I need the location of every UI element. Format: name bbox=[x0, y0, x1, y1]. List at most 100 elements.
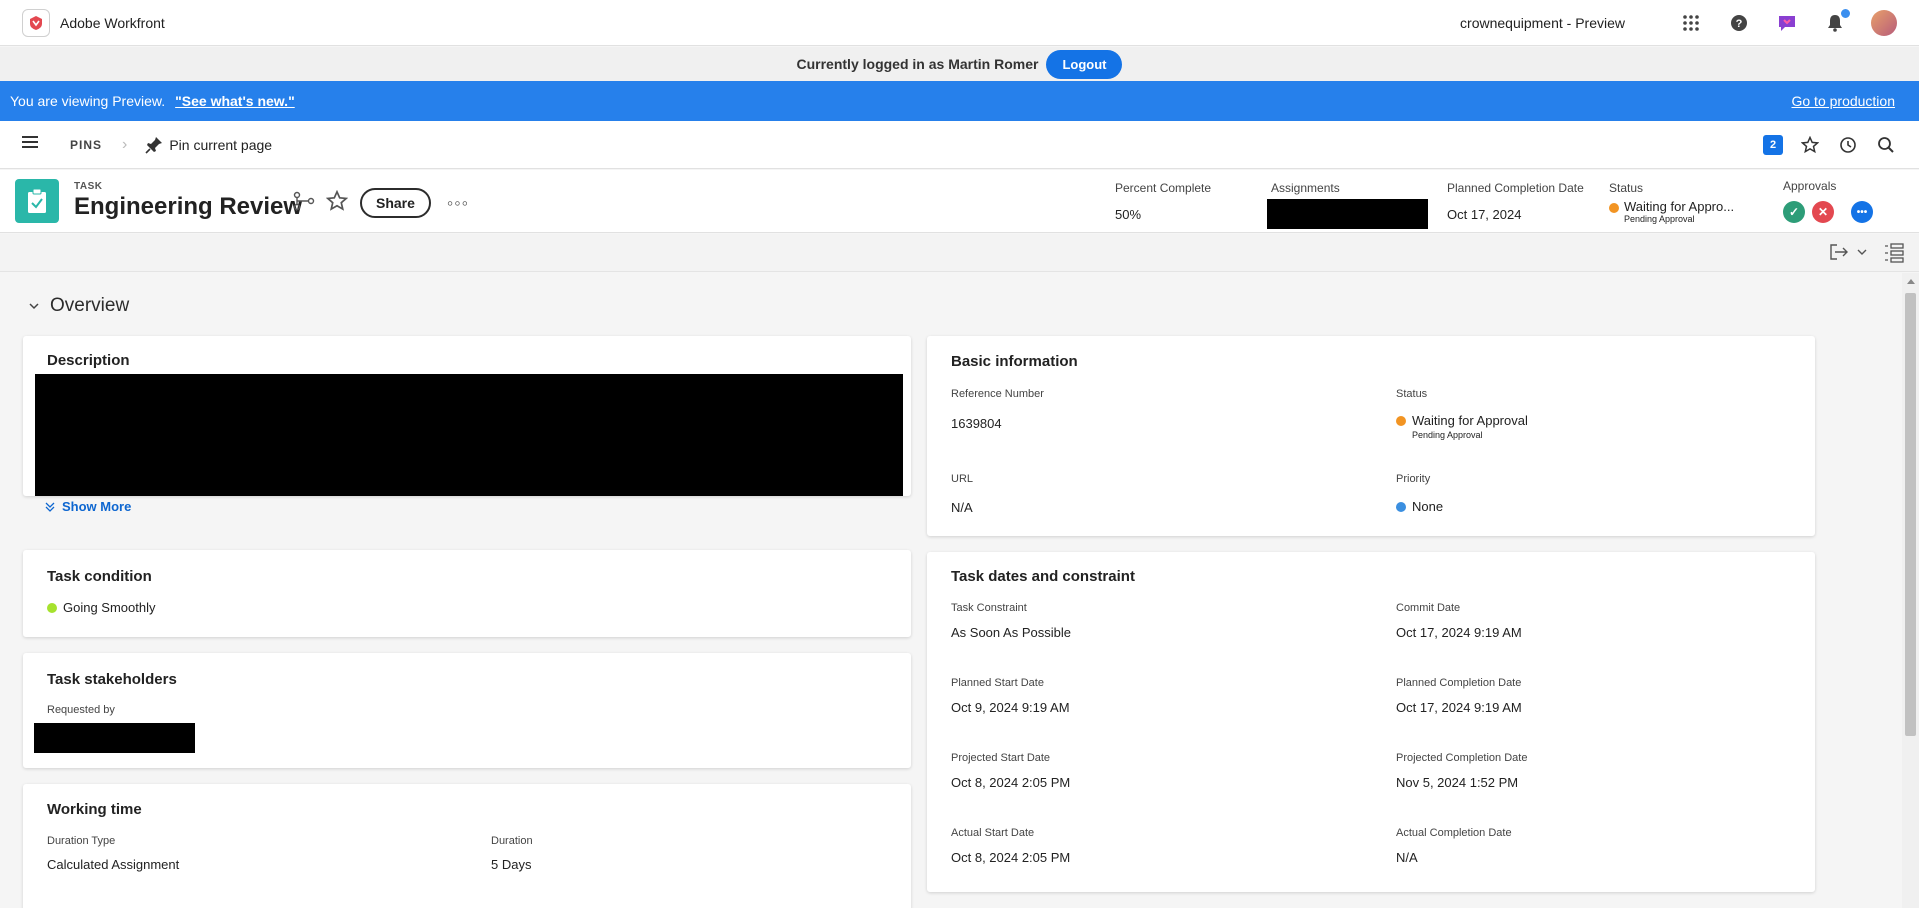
status-field: Status Waiting for Appro... Pending Appr… bbox=[1609, 181, 1734, 224]
show-more-label: Show More bbox=[62, 499, 132, 514]
status-value: Waiting for Appro... bbox=[1624, 199, 1735, 214]
task-constraint-value[interactable]: As Soon As Possible bbox=[951, 625, 1071, 640]
svg-text:?: ? bbox=[1736, 18, 1743, 30]
percent-complete-label: Percent Complete bbox=[1115, 181, 1212, 195]
actual-start-label: Actual Start Date bbox=[951, 827, 1035, 839]
priority-value[interactable]: None bbox=[1396, 499, 1443, 514]
pins-bar: PINS › Pin current page 2 bbox=[0, 121, 1919, 169]
task-condition-title: Task condition bbox=[47, 568, 152, 585]
hamburger-menu-icon[interactable] bbox=[22, 135, 40, 154]
help-icon[interactable]: ? bbox=[1727, 11, 1751, 35]
redacted-requested-by[interactable] bbox=[34, 723, 195, 753]
hierarchy-icon[interactable] bbox=[292, 191, 316, 216]
basic-status-sub: Pending Approval bbox=[1412, 430, 1483, 440]
status-label: Status bbox=[1609, 181, 1644, 195]
workfront-logo-icon[interactable] bbox=[22, 8, 50, 37]
assignments-label: Assignments bbox=[1271, 181, 1340, 195]
planned-completion-value[interactable]: Oct 17, 2024 bbox=[1447, 207, 1584, 222]
requested-by-label: Requested by bbox=[47, 704, 115, 716]
overview-section-header[interactable]: Overview bbox=[28, 295, 129, 317]
go-to-production-link[interactable]: Go to production bbox=[1791, 93, 1895, 109]
duration-type-value[interactable]: Calculated Assignment bbox=[47, 857, 179, 872]
actual-completion-label: Actual Completion Date bbox=[1396, 827, 1512, 839]
pin-icon bbox=[145, 136, 163, 154]
scrollbar-thumb[interactable] bbox=[1905, 293, 1916, 736]
url-label: URL bbox=[951, 473, 974, 485]
chevron-down-icon[interactable] bbox=[1857, 244, 1867, 262]
redacted-description bbox=[35, 374, 903, 496]
description-title: Description bbox=[47, 352, 130, 369]
assignments-field: Assignments bbox=[1267, 181, 1428, 229]
percent-complete-value[interactable]: 50% bbox=[1115, 207, 1211, 222]
duration-value[interactable]: 5 Days bbox=[491, 857, 531, 872]
projected-start-value[interactable]: Oct 8, 2024 2:05 PM bbox=[951, 775, 1070, 790]
priority-dot bbox=[1396, 502, 1406, 512]
task-clipboard-icon bbox=[15, 179, 59, 223]
app-grid-icon[interactable] bbox=[1679, 11, 1703, 35]
more-options-icon[interactable]: ◦◦◦ bbox=[447, 193, 469, 214]
notification-dot bbox=[1840, 7, 1851, 19]
task-title: Engineering Review bbox=[74, 193, 303, 220]
export-icon[interactable] bbox=[1828, 242, 1850, 267]
scroll-up-arrow-icon[interactable] bbox=[1907, 279, 1915, 284]
basic-status-value[interactable]: Waiting for Approval Pending Approval bbox=[1396, 413, 1528, 440]
whats-new-link[interactable]: "See what's new." bbox=[175, 93, 295, 109]
feedback-icon[interactable] bbox=[1775, 11, 1799, 35]
projected-start-label: Projected Start Date bbox=[951, 752, 1051, 764]
redacted-assignments[interactable] bbox=[1267, 199, 1428, 229]
pins-label[interactable]: PINS bbox=[70, 138, 102, 152]
approvals-label: Approvals bbox=[1783, 179, 1837, 193]
top-bar: Adobe Workfront crownequipment - Preview… bbox=[0, 0, 1919, 46]
task-condition-text: Going Smoothly bbox=[63, 600, 156, 615]
login-bar: Currently logged in as Martin Romer Logo… bbox=[0, 47, 1919, 81]
sub-toolbar bbox=[0, 234, 1919, 272]
vertical-scrollbar[interactable] bbox=[1902, 273, 1919, 908]
reference-number-value[interactable]: 1639804 bbox=[951, 416, 1002, 431]
pin-current-page-button[interactable]: Pin current page bbox=[145, 136, 272, 154]
task-stakeholders-title: Task stakeholders bbox=[47, 671, 177, 688]
task-dates-title: Task dates and constraint bbox=[951, 568, 1135, 585]
planned-completion-date-value[interactable]: Oct 17, 2024 9:19 AM bbox=[1396, 700, 1522, 715]
basic-info-card: Basic information Reference Number 16398… bbox=[927, 336, 1815, 536]
status-dot bbox=[1609, 202, 1619, 213]
task-stakeholders-card: Task stakeholders Requested by bbox=[23, 653, 911, 768]
pins-count-badge[interactable]: 2 bbox=[1763, 134, 1783, 155]
commit-date-label: Commit Date bbox=[1396, 602, 1461, 614]
app-title: Adobe Workfront bbox=[60, 14, 165, 31]
star-icon[interactable] bbox=[1799, 134, 1821, 156]
more-approvals-icon[interactable]: ••• bbox=[1851, 201, 1873, 223]
actual-start-value[interactable]: Oct 8, 2024 2:05 PM bbox=[951, 850, 1070, 865]
task-dates-card: Task dates and constraint Task Constrain… bbox=[927, 552, 1815, 892]
reject-x-icon[interactable]: ✕ bbox=[1812, 201, 1834, 223]
favorite-star-icon[interactable] bbox=[325, 189, 349, 217]
logout-button[interactable]: Logout bbox=[1046, 49, 1123, 79]
avatar[interactable] bbox=[1871, 9, 1897, 36]
notifications-icon[interactable] bbox=[1823, 7, 1851, 35]
planned-start-label: Planned Start Date bbox=[951, 677, 1044, 689]
planned-completion-field: Planned Completion Date Oct 17, 2024 bbox=[1447, 181, 1584, 222]
share-button[interactable]: Share bbox=[360, 188, 431, 218]
duration-type-label: Duration Type bbox=[47, 835, 116, 847]
description-card: Description Show More bbox=[23, 336, 911, 514]
status-sub: Pending Approval bbox=[1624, 214, 1695, 224]
status-value-row[interactable]: Waiting for Appro... bbox=[1609, 199, 1734, 214]
commit-date-value[interactable]: Oct 17, 2024 9:19 AM bbox=[1396, 625, 1522, 640]
list-layout-icon[interactable] bbox=[1883, 242, 1905, 269]
condition-dot bbox=[47, 603, 57, 613]
approve-check-icon[interactable]: ✓ bbox=[1783, 201, 1805, 223]
projected-completion-value[interactable]: Nov 5, 2024 1:52 PM bbox=[1396, 775, 1518, 790]
url-value[interactable]: N/A bbox=[951, 500, 973, 515]
logged-in-text: Currently logged in as Martin Romer bbox=[796, 56, 1039, 72]
planned-start-value[interactable]: Oct 9, 2024 9:19 AM bbox=[951, 700, 1070, 715]
history-icon[interactable] bbox=[1837, 134, 1859, 156]
show-more-link[interactable]: Show More bbox=[45, 499, 131, 514]
chevron-down-icon bbox=[29, 303, 39, 310]
approvals-field: Approvals ✓ ✕ ••• bbox=[1783, 179, 1880, 223]
search-icon[interactable] bbox=[1875, 134, 1897, 156]
percent-complete-field: Percent Complete 50% bbox=[1115, 181, 1211, 222]
task-condition-value[interactable]: Going Smoothly bbox=[47, 600, 156, 615]
pin-current-label: Pin current page bbox=[169, 136, 273, 153]
projected-completion-label: Projected Completion Date bbox=[1396, 752, 1528, 764]
actual-completion-value[interactable]: N/A bbox=[1396, 850, 1418, 865]
tenant-name[interactable]: crownequipment - Preview bbox=[1460, 15, 1625, 31]
